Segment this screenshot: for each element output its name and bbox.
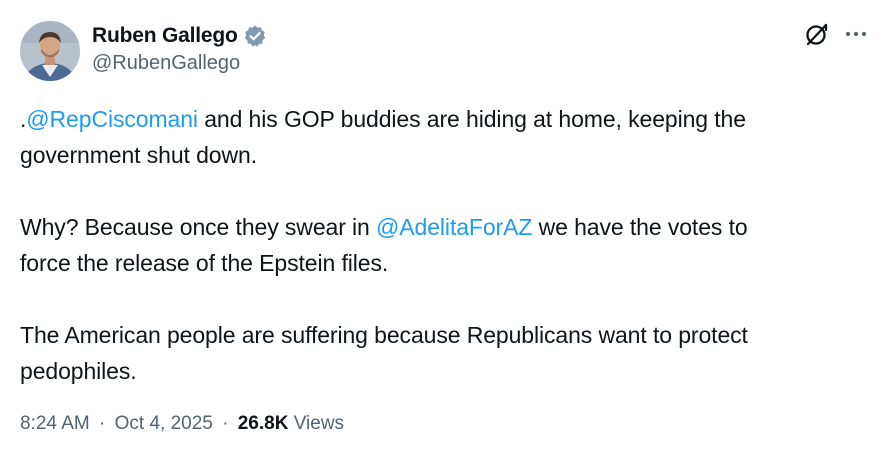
avatar-photo [20,21,80,81]
author-handle[interactable]: @RubenGallego [92,52,240,75]
text-segment: pedophiles. [20,358,137,384]
mention-link-repciscomani[interactable]: @RepCiscomani [26,106,198,132]
text-segment: The American people are suffering becaus… [20,322,748,348]
text-segment: and his GOP buddies are hiding at home, … [197,106,746,132]
avatar[interactable] [20,21,80,81]
author-display-name[interactable]: Ruben Gallego [92,24,238,48]
tweet-card: Ruben Gallego @RubenGallego .@RepCiscoma… [0,0,888,460]
meta-separator: · [99,413,106,434]
text-segment: Why? Because once they swear in [20,214,377,240]
author-name-row: Ruben Gallego [92,22,267,50]
tweet-paragraph-1: .@RepCiscomani and his GOP buddies are h… [20,101,872,173]
meta-separator: · [222,413,229,434]
tweet-date[interactable]: Oct 4, 2025 [115,413,213,434]
text-segment: force the release of the Epstein files. [20,250,389,276]
text-segment: government shut down. [20,142,257,168]
views-count[interactable]: 26.8K [238,413,289,434]
verified-badge-icon[interactable] [243,24,267,48]
mention-link-adelitaforaz[interactable]: @AdelitaForAZ [376,214,532,240]
views-label: Views [293,413,345,434]
tweet-time[interactable]: 8:24 AM [20,413,90,434]
grok-icon[interactable] [803,20,831,48]
tweet-paragraph-2: Why? Because once they swear in @Adelita… [20,209,872,281]
tweet-metadata: 8:24 AM · Oct 4, 2025 · 26.8K Views [20,413,344,435]
tweet-text: .@RepCiscomani and his GOP buddies are h… [20,101,872,389]
text-segment: we have the votes to [532,214,748,240]
more-options-icon[interactable] [843,22,869,46]
tweet-paragraph-3: The American people are suffering becaus… [20,317,872,389]
